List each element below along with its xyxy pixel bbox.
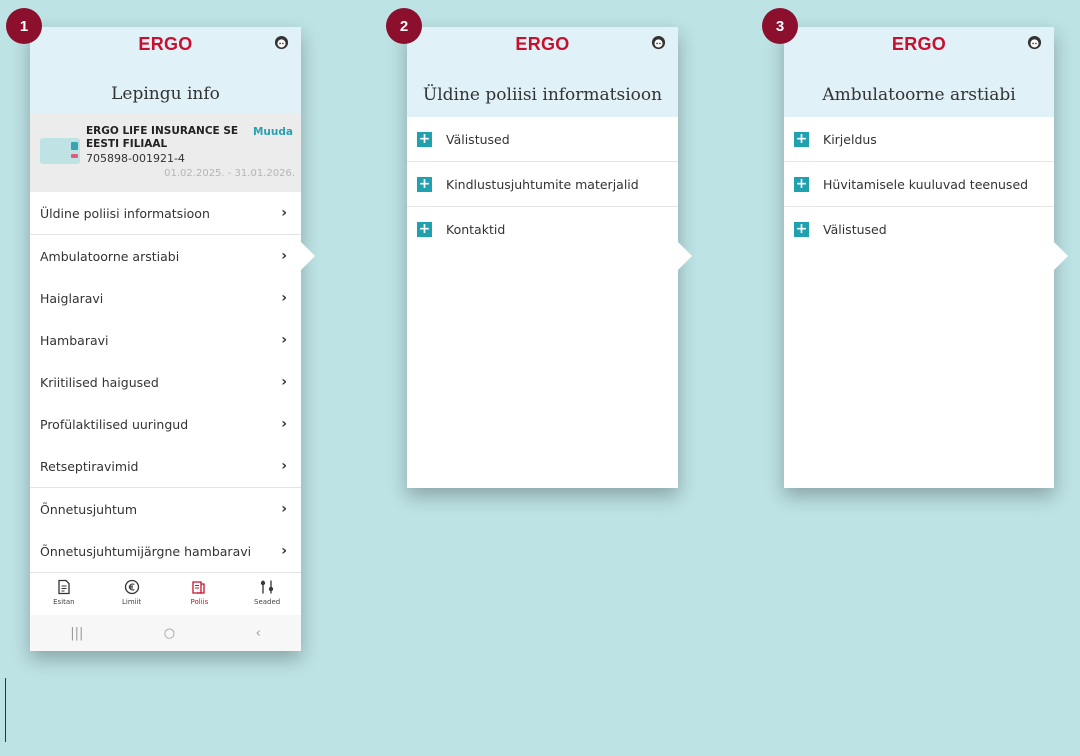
menu-item-preventive-exams[interactable]: Profülaktilised uuringud ›	[30, 403, 301, 446]
accordion-item-description[interactable]: + Kirjeldus	[784, 117, 1054, 162]
policy-period: 01.02.2025. - 31.01.2026.	[164, 168, 295, 179]
ergo-logo: ERGO	[515, 34, 570, 54]
screen-header: ERGO Ambulatoorne arstiabi	[784, 27, 1054, 117]
menu-item-label: Profülaktilised uuringud	[40, 416, 189, 432]
tab-label: Poliis	[190, 598, 209, 606]
tab-label: Esitan	[53, 598, 75, 606]
page-title: Lepingu info	[111, 84, 220, 104]
document-icon	[58, 579, 70, 595]
home-button[interactable]: ○	[164, 626, 175, 641]
tab-label: Limiit	[121, 598, 142, 606]
accordion-label: Kindlustusjuhtumite materjalid	[446, 176, 639, 192]
menu-item-label: Hambaravi	[40, 332, 109, 348]
screen-header: ERGO Lepingu info	[30, 27, 301, 114]
menu-item-accident-dental[interactable]: Õnnetusjuhtumijärgne hambaravi ›	[30, 530, 301, 573]
menu-item-accident[interactable]: Õnnetusjuhtum ›	[30, 488, 301, 531]
chevron-right-icon: ›	[281, 332, 287, 348]
plus-icon: +	[794, 130, 809, 147]
settings-icon	[260, 580, 274, 594]
accordion-item-contacts[interactable]: + Kontaktid	[407, 207, 678, 252]
menu-item-label: Üldine poliisi informatsioon	[40, 205, 210, 221]
accordion-label: Välistused	[446, 131, 510, 147]
tab-poliis[interactable]: Poliis	[166, 573, 234, 615]
recent-apps-button[interactable]: |||	[70, 626, 83, 641]
android-navigation-bar: ||| ○ ‹	[30, 615, 301, 651]
menu-item-outpatient-care[interactable]: Ambulatoorne arstiabi ›	[30, 235, 301, 278]
step-badge-2: 2	[386, 8, 422, 44]
accordion-item-covered-services[interactable]: + Hüvitamisele kuuluvad teenused	[784, 162, 1054, 207]
tab-esitan[interactable]: Esitan	[30, 573, 98, 615]
page-title: Ambulatoorne arstiabi	[822, 85, 1016, 105]
user-avatar-icon[interactable]	[651, 35, 666, 50]
chevron-right-icon: ›	[281, 248, 287, 264]
change-button[interactable]: Muuda	[253, 126, 293, 138]
menu-item-label: Kriitilised haigused	[40, 374, 159, 390]
flow-arrow	[301, 242, 315, 270]
accordion-item-exclusions[interactable]: + Välistused	[407, 117, 678, 162]
menu-item-hospital-care[interactable]: Haiglaravi ›	[30, 277, 301, 320]
menu-item-label: Ambulatoorne arstiabi	[40, 248, 180, 264]
menu-item-general-policy-info[interactable]: Üldine poliisi informatsioon ›	[30, 192, 301, 235]
tab-label: Seaded	[254, 598, 281, 606]
menu-item-label: Õnnetusjuhtum	[40, 501, 138, 517]
menu-item-label: Õnnetusjuhtumijärgne hambaravi	[40, 543, 252, 559]
chevron-right-icon: ›	[281, 205, 287, 221]
chevron-right-icon: ›	[281, 458, 287, 474]
chevron-right-icon: ›	[281, 290, 287, 306]
step-badge-3: 3	[762, 8, 798, 44]
menu-item-prescription-drugs[interactable]: Retseptiravimid ›	[30, 445, 301, 488]
policy-icon	[192, 581, 206, 594]
accordion-label: Välistused	[823, 222, 887, 237]
back-button[interactable]: ‹	[256, 626, 261, 641]
accordion-item-exclusions[interactable]: + Välistused	[784, 207, 1054, 252]
plus-icon: +	[417, 130, 432, 147]
ergo-logo: ERGO	[891, 34, 947, 54]
phone-screen-contract-info: ERGO Lepingu info ERGO LIFE INSURANCE SE…	[30, 27, 301, 651]
screen-header: ERGO Üldine poliisi informatsioon	[407, 27, 678, 117]
phone-screen-outpatient-care: ERGO Ambulatoorne arstiabi + Kirjeldus +…	[784, 27, 1054, 488]
policy-number: 705898-001921-4	[86, 152, 185, 165]
accordion-label: Kirjeldus	[823, 131, 877, 147]
insurance-card-icon	[40, 138, 80, 164]
flow-arrow	[1054, 242, 1068, 270]
menu-item-critical-illness[interactable]: Kriitilised haigused ›	[30, 361, 301, 404]
plus-icon: +	[417, 175, 432, 192]
plus-icon: +	[794, 221, 809, 237]
flow-arrow	[678, 242, 692, 270]
bottom-tab-bar: Esitan Limiit Poliis Seaded	[30, 573, 301, 615]
chevron-right-icon: ›	[281, 543, 287, 559]
plus-icon: +	[417, 221, 432, 237]
insurer-name: ERGO LIFE INSURANCE SE EESTI FILIAAL	[86, 125, 239, 150]
menu-item-dental-care[interactable]: Hambaravi ›	[30, 319, 301, 362]
phone-screen-general-policy-info: ERGO Üldine poliisi informatsioon + Väli…	[407, 27, 678, 488]
plus-icon: +	[794, 175, 809, 192]
chevron-right-icon: ›	[281, 501, 287, 517]
tab-seaded[interactable]: Seaded	[233, 573, 301, 615]
accordion-label: Hüvitamisele kuuluvad teenused	[823, 176, 1029, 192]
user-avatar-icon[interactable]	[274, 35, 289, 50]
menu-item-label: Haiglaravi	[40, 290, 104, 306]
step-badge-1: 1	[6, 8, 42, 44]
euro-icon	[124, 579, 139, 595]
user-avatar-icon[interactable]	[1027, 35, 1042, 50]
accordion-item-claim-materials[interactable]: + Kindlustusjuhtumite materjalid	[407, 162, 678, 207]
page-title: Üldine poliisi informatsioon	[422, 85, 663, 105]
contract-card[interactable]: ERGO LIFE INSURANCE SE EESTI FILIAAL 705…	[30, 114, 301, 192]
chevron-right-icon: ›	[281, 416, 287, 432]
tab-limiit[interactable]: Limiit	[98, 573, 166, 615]
chevron-right-icon: ›	[281, 374, 287, 390]
menu-item-label: Retseptiravimid	[40, 458, 139, 474]
edge-divider	[5, 678, 6, 742]
ergo-logo: ERGO	[138, 34, 193, 54]
accordion-label: Kontaktid	[446, 222, 506, 237]
